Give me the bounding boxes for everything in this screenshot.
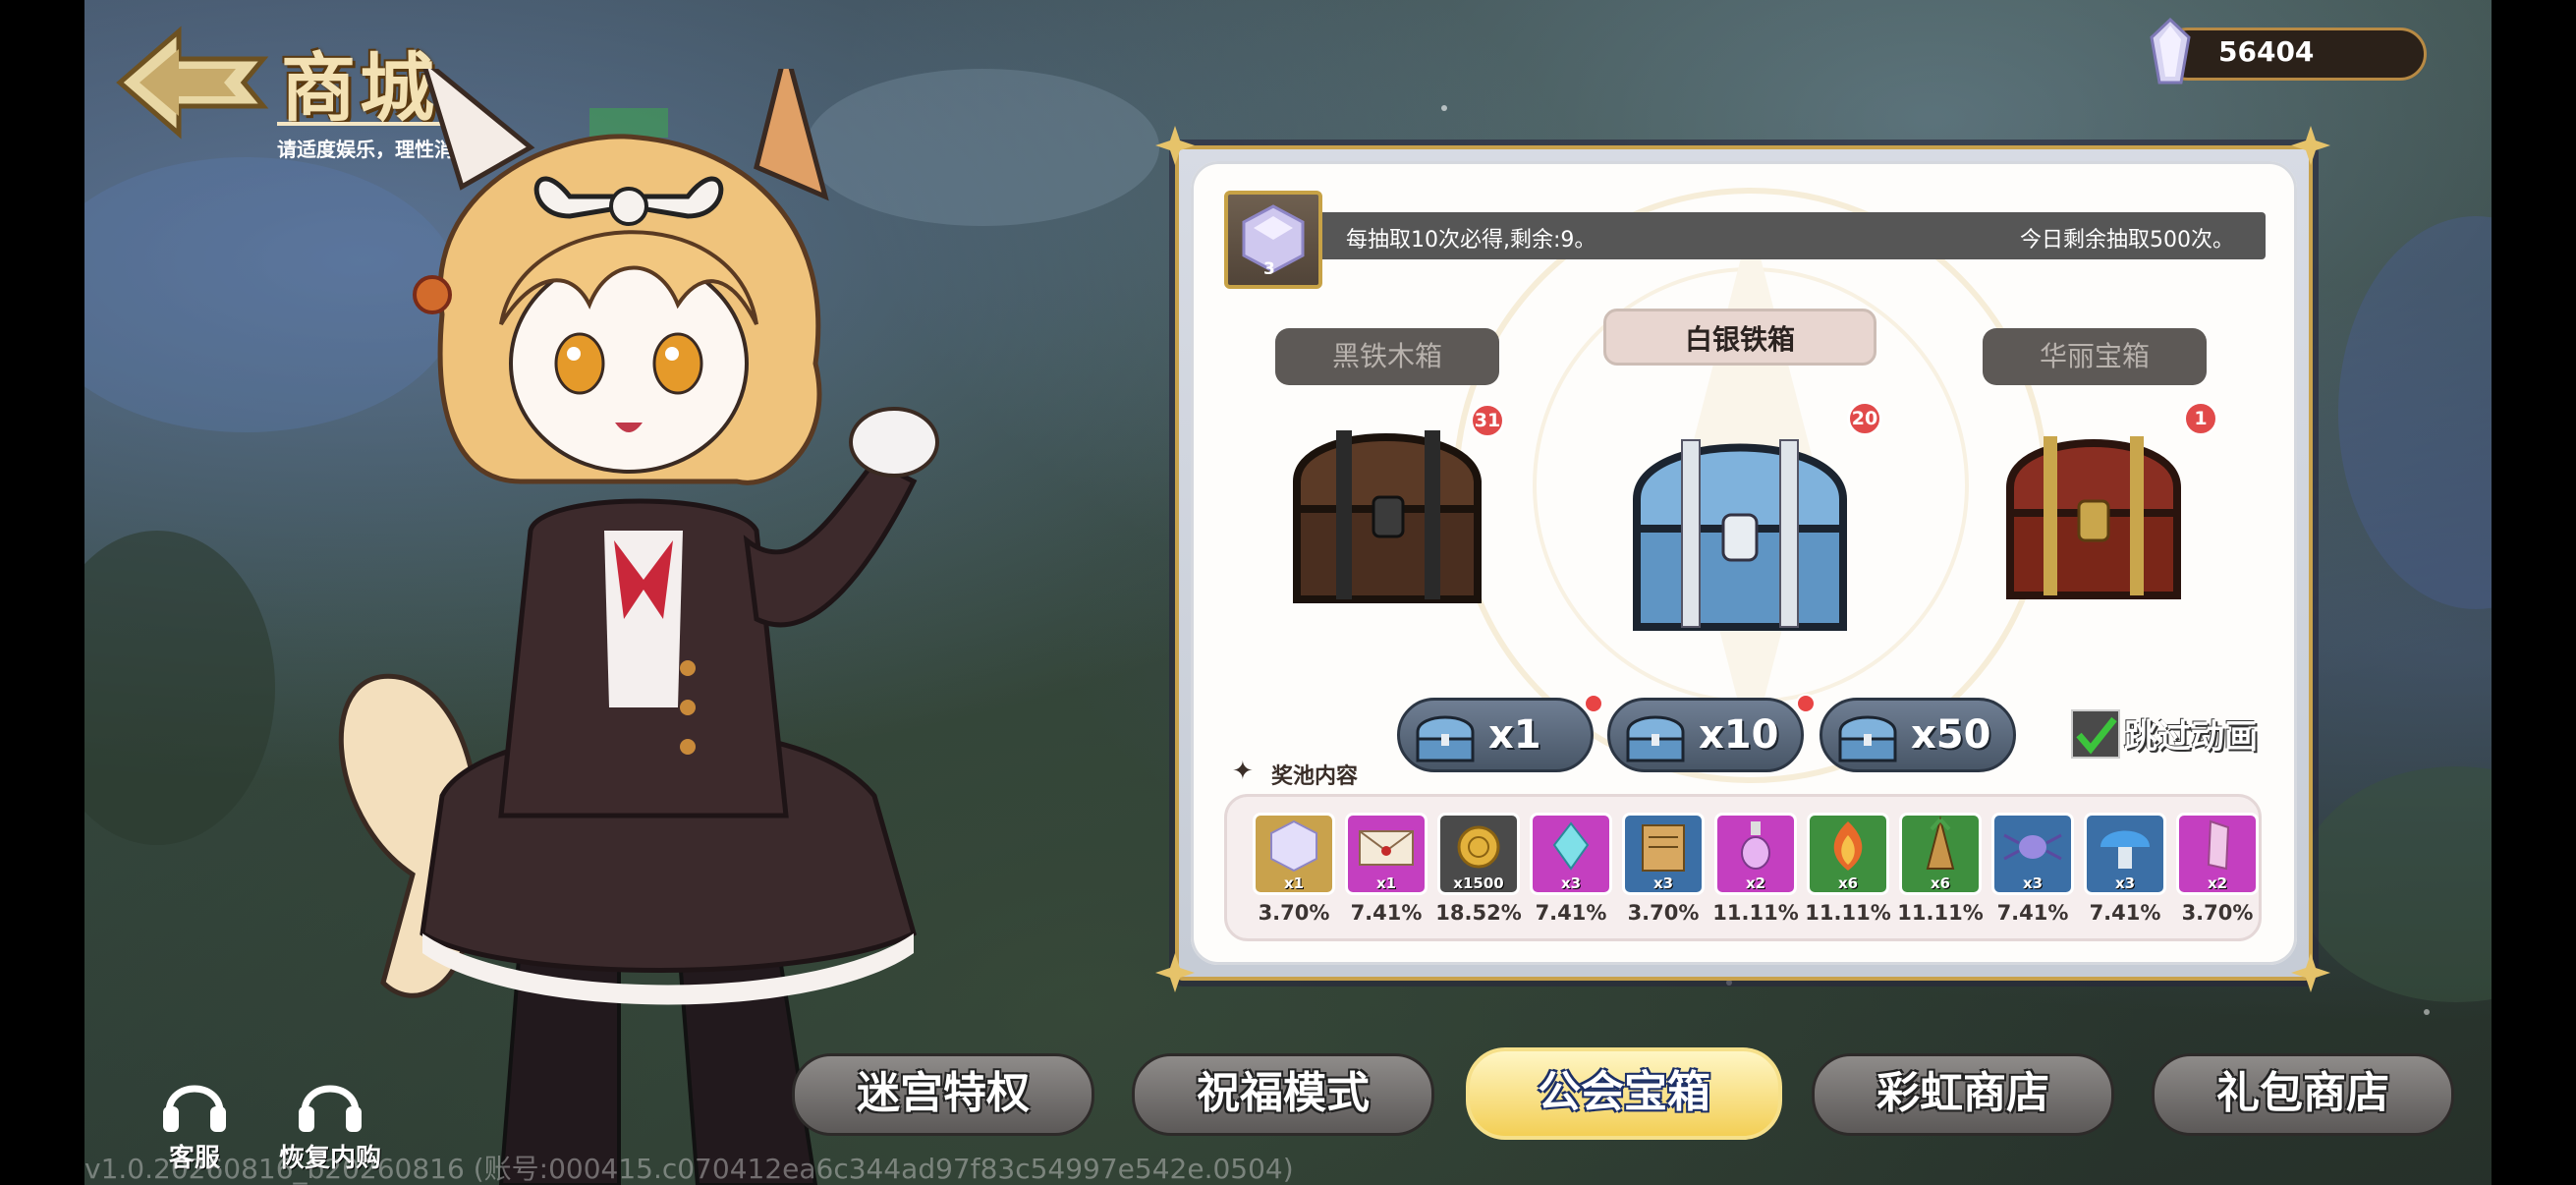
gem-icon <box>1552 821 1590 871</box>
draw-count-label: x10 <box>1699 712 1779 758</box>
corner-star-icon <box>2291 126 2330 165</box>
reward-item-gem[interactable]: x3 <box>1530 813 1612 895</box>
mini-chest-icon <box>1416 715 1475 762</box>
corner-star-icon <box>2291 953 2330 992</box>
crystal-shard-icon <box>2207 819 2230 871</box>
key-item-qty: 3 <box>1263 259 1275 279</box>
reward-item-letter[interactable]: x1 <box>1345 813 1428 895</box>
reward-item-scroll[interactable]: x3 <box>1622 813 1705 895</box>
headset-icon <box>299 1085 362 1132</box>
pity-counter-text: 每抽取10次必得,剩余:9。 <box>1346 228 1596 253</box>
reward-item-flame-plant[interactable]: x6 <box>1807 813 1889 895</box>
reward-item-root[interactable]: x6 <box>1899 813 1982 895</box>
reward-probability: 7.41% <box>1350 901 1423 925</box>
checkmark-icon <box>2076 716 2117 755</box>
reward-item-potion[interactable]: x2 <box>1714 813 1797 895</box>
potion-icon <box>1741 821 1770 870</box>
skip-animation-checkbox[interactable] <box>2071 709 2120 759</box>
right-letterbox <box>2492 0 2576 1185</box>
gold-coin-icon <box>1457 825 1500 869</box>
notification-dot <box>1584 694 1603 713</box>
reward-probability: 3.70% <box>1627 901 1700 925</box>
chest-count-badge: 31 <box>1470 403 1505 438</box>
chest-count-badge: 20 <box>1847 401 1882 436</box>
left-letterbox <box>0 0 84 1185</box>
chest-count-badge: 1 <box>2183 401 2218 436</box>
flame-plant-icon <box>1833 821 1863 871</box>
black-iron-chest-icon[interactable] <box>1277 403 1497 609</box>
scroll-icon <box>1642 824 1685 872</box>
back-button[interactable] <box>116 22 273 143</box>
game-background: 商城 请适度娱乐，理性消费。 56404 每抽取10次必得,剩余:9。 今日剩余… <box>0 0 2576 1185</box>
sparkle-icon: ✦ <box>1232 757 1254 786</box>
draw-x50-button[interactable]: x50 <box>1820 698 2016 772</box>
version-text: v1.0.20260816_b20260816 (账号:000415.c0704… <box>84 1153 1294 1185</box>
crystal-gem-icon <box>2150 18 2191 85</box>
reward-probability: 18.52% <box>1435 901 1522 925</box>
tab-maze-privilege[interactable]: 迷宫特权 <box>792 1053 1094 1136</box>
draw-count-label: x50 <box>1911 712 1991 758</box>
tab-blessing-mode[interactable]: 祝福模式 <box>1132 1053 1434 1136</box>
crystal-icon <box>1270 819 1317 873</box>
mushroom-icon <box>2100 830 2150 869</box>
tab-gift-pack-shop[interactable]: 礼包商店 <box>2152 1053 2454 1136</box>
reward-probability: 3.70% <box>2181 901 2254 925</box>
mini-chest-icon <box>1626 715 1685 762</box>
gorgeous-chest-icon[interactable] <box>1990 413 2197 605</box>
back-arrow-icon <box>116 26 269 140</box>
reward-probability: 3.70% <box>1258 901 1330 925</box>
daily-limit-text: 今日剩余抽取500次。 <box>2020 228 2234 253</box>
reward-probability: 11.11% <box>1712 901 1799 925</box>
reward-item-spider[interactable]: x3 <box>1991 813 2074 895</box>
reward-item-crystal[interactable]: x1 <box>1253 813 1335 895</box>
reward-probability: 11.11% <box>1805 901 1891 925</box>
letter-icon <box>1359 830 1414 866</box>
chest-tab-gorgeous[interactable]: 华丽宝箱 <box>1983 328 2207 385</box>
prize-pool-title: 奖池内容 <box>1271 764 1359 789</box>
draw-x10-button[interactable]: x10 <box>1607 698 1804 772</box>
reward-item-crystal-shard[interactable]: x2 <box>2176 813 2259 895</box>
currency-value: 56404 <box>2218 35 2315 68</box>
reward-item-mushroom[interactable]: x3 <box>2084 813 2166 895</box>
skip-animation-label: 跳过动画 <box>2124 717 2258 757</box>
headset-icon <box>163 1085 226 1132</box>
silver-iron-chest-icon[interactable] <box>1617 411 1863 639</box>
corner-star-icon <box>1155 126 1195 165</box>
root-icon <box>1926 816 1955 870</box>
shop-character-illustration <box>338 69 939 1185</box>
corner-star-icon <box>1155 953 1195 992</box>
spider-icon <box>2003 833 2062 861</box>
reward-probability: 7.41% <box>1535 901 1607 925</box>
prize-pool-list[interactable]: x1 3.70% x1 7.41% x1500 18.52% x3 7.41% … <box>1224 794 2262 941</box>
chest-tab-black-iron[interactable]: 黑铁木箱 <box>1275 328 1499 385</box>
reward-probability: 11.11% <box>1897 901 1984 925</box>
mini-chest-icon <box>1838 715 1897 762</box>
reward-probability: 7.41% <box>2089 901 2161 925</box>
reward-item-gold[interactable]: x1500 <box>1437 813 1520 895</box>
draw-count-label: x1 <box>1488 712 1541 758</box>
tab-guild-chest[interactable]: 公会宝箱 <box>1466 1047 1782 1140</box>
reward-probability: 7.41% <box>1996 901 2069 925</box>
notification-dot <box>1796 694 1816 713</box>
chest-tab-silver-iron[interactable]: 白银铁箱 <box>1603 309 1876 366</box>
draw-x1-button[interactable]: x1 <box>1397 698 1594 772</box>
tab-rainbow-shop[interactable]: 彩虹商店 <box>1812 1053 2114 1136</box>
